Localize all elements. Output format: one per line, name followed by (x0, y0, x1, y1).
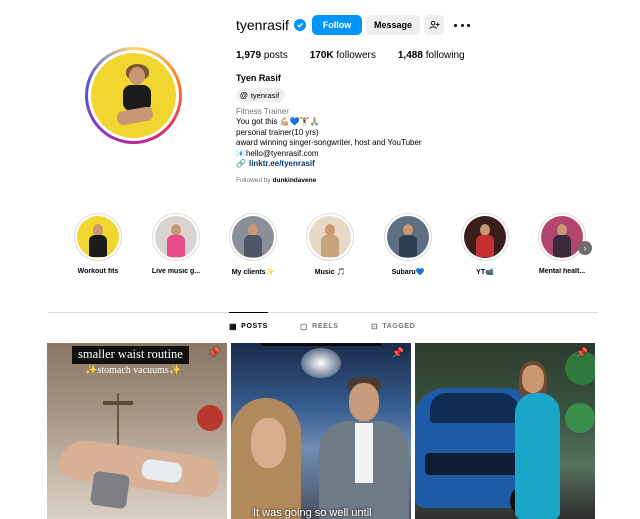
full-name: Tyen Rasif (236, 73, 281, 83)
more-options-icon[interactable] (454, 15, 470, 35)
link-icon: 🔗 (236, 159, 246, 168)
highlight-label: Subaru💙 (391, 269, 425, 276)
follow-button[interactable]: Follow (312, 15, 362, 35)
username: tyenrasif (236, 17, 289, 33)
message-button[interactable]: Message (366, 15, 420, 35)
highlight-label: Workout fits (77, 268, 119, 275)
following-link[interactable]: 1,488 following (398, 50, 465, 61)
highlight-cover (309, 216, 351, 258)
bio-link[interactable]: 🔗 linktr.ee/tyenrasif (236, 159, 315, 168)
verified-badge-icon (293, 19, 306, 31)
highlight-label: Music 🎵 (314, 269, 346, 276)
bio-line: You got this 💪🏼💙🏋️‍♀️🙏🏼 (236, 117, 320, 126)
profile-avatar[interactable] (85, 47, 182, 144)
highlight-music[interactable]: Music 🎵 (294, 213, 366, 276)
bio-line: 📧hello@tyenrasif.com (236, 148, 319, 158)
post-subtitle-overlay: ✨stomach vacuums✨ (85, 365, 182, 376)
pinned-icon: 📌 (207, 348, 220, 359)
highlight-cover (541, 216, 583, 258)
username-row: tyenrasif (236, 15, 306, 35)
reels-icon: ▢ (300, 321, 309, 331)
highlight-cover (155, 216, 197, 258)
highlight-label: Mental healt... (538, 268, 586, 275)
followers-link[interactable]: 170K followers (310, 50, 376, 61)
bio-line: personal trainer(10 yrs) (236, 127, 319, 137)
tagged-icon: ⊡ (371, 321, 379, 331)
highlights-next-arrow-icon[interactable]: › (578, 241, 592, 255)
avatar-image (91, 53, 176, 138)
highlight-my-clients[interactable]: My clients✨ (217, 213, 289, 276)
threads-icon: @ (240, 90, 248, 100)
highlight-cover (464, 216, 506, 258)
post-tile[interactable]: It was going so well until 📌 (231, 343, 411, 519)
pinned-icon: 📌 (575, 348, 588, 359)
add-user-icon (428, 20, 440, 29)
posts-count: 1,979 posts (236, 50, 288, 61)
post-caption-overlay: It was going so well until (253, 507, 372, 519)
highlight-subaru[interactable]: Subaru💙 (372, 213, 444, 276)
post-tile[interactable]: smaller waist routine ✨stomach vacuums✨ … (47, 343, 227, 519)
post-tile[interactable]: 📌 (415, 343, 595, 519)
post-title-overlay: smaller waist routine (72, 346, 189, 364)
tab-posts[interactable]: ▦ POSTS (229, 312, 268, 340)
pinned-icon: 📌 (391, 348, 404, 359)
grid-icon: ▦ (229, 322, 238, 331)
bio-text: You got this 💪🏼💙🏋️‍♀️🙏🏼 personal trainer… (236, 117, 422, 159)
suggest-user-button[interactable] (424, 15, 444, 35)
highlight-workout-fits[interactable]: Workout fits (62, 213, 134, 275)
profile-category: Fitness Trainer (236, 107, 289, 116)
threads-handle: tyenrasif (250, 90, 280, 100)
highlight-cover (387, 216, 429, 258)
highlight-live-music[interactable]: Live music g... (140, 213, 212, 275)
highlight-cover (77, 216, 119, 258)
highlight-yt[interactable]: YT📹 (449, 213, 521, 276)
tab-reels[interactable]: ▢ REELS (300, 312, 339, 340)
highlight-label: YT📹 (476, 269, 494, 276)
followed-by[interactable]: Followed by dunkindavene (236, 177, 316, 184)
threads-badge[interactable]: @ tyenrasif (236, 88, 286, 102)
highlight-label: Live music g... (151, 268, 201, 275)
bio-line: award winning singer-songwriter, host an… (236, 138, 422, 147)
highlight-cover (232, 216, 274, 258)
highlight-label: My clients✨ (231, 269, 275, 276)
profile-stats: 1,979 posts 170K followers 1,488 followi… (236, 50, 487, 61)
tab-tagged[interactable]: ⊡ TAGGED (371, 312, 415, 340)
